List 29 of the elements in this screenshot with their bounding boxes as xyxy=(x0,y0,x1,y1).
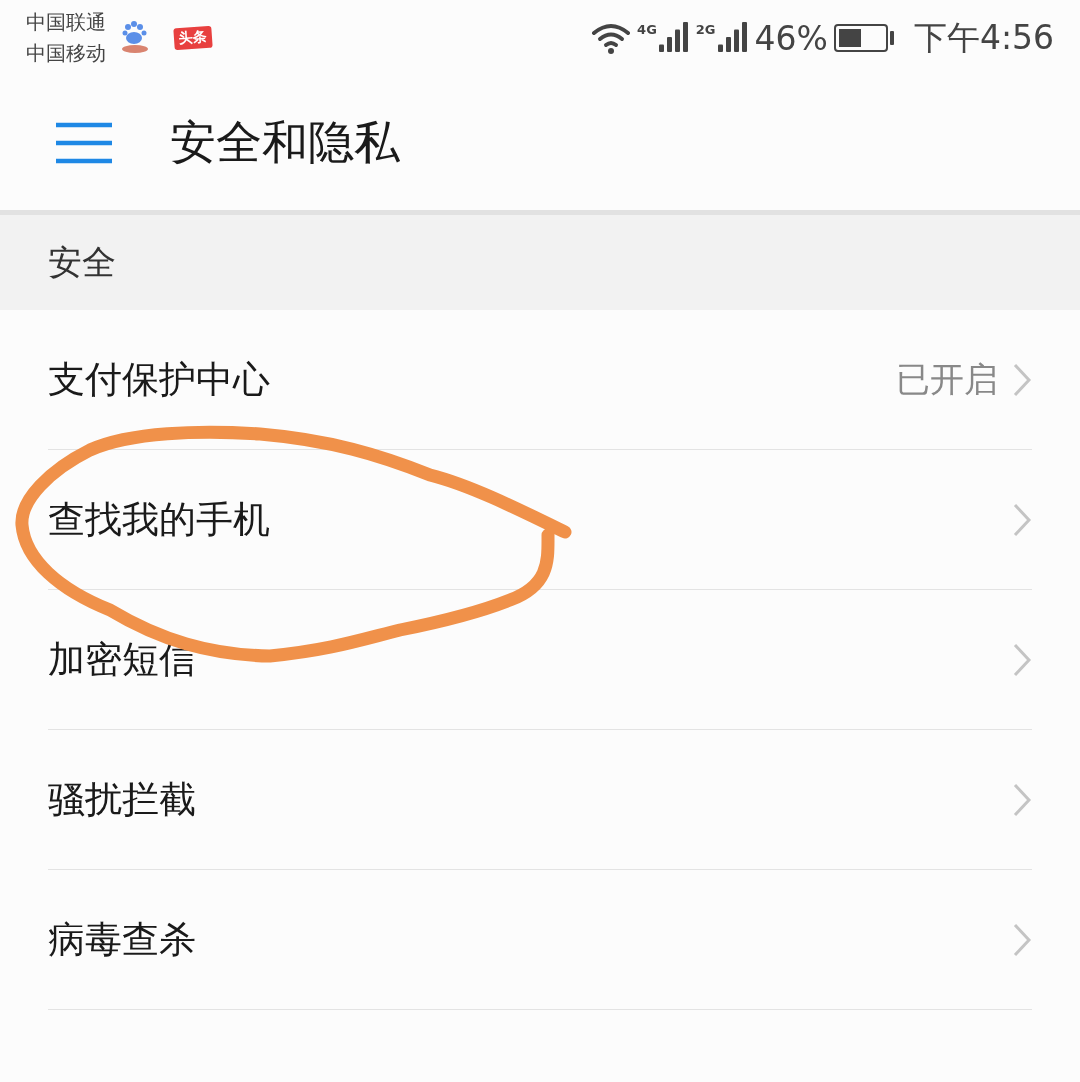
section-header: 安全 xyxy=(0,215,1080,310)
battery-icon xyxy=(833,23,896,53)
row-label: 支付保护中心 xyxy=(48,356,271,403)
chevron-icon xyxy=(1012,641,1032,678)
battery-percent: 46% xyxy=(754,18,828,58)
page-title: 安全和隐私 xyxy=(170,114,400,171)
menu-icon[interactable] xyxy=(56,122,112,164)
row-label: 查找我的手机 xyxy=(48,496,271,543)
signal-icon xyxy=(716,22,749,54)
chevron-icon xyxy=(1012,501,1032,538)
wifi-icon xyxy=(591,22,632,54)
row-label: 病毒查杀 xyxy=(48,916,197,963)
settings-row[interactable]: 查找我的手机 xyxy=(48,450,1032,590)
settings-row[interactable]: 支付保护中心 已开启 xyxy=(48,310,1032,450)
carrier-name: 中国联通 xyxy=(26,9,106,36)
signal-icon xyxy=(657,22,690,54)
row-label: 骚扰拦截 xyxy=(48,776,197,823)
chevron-icon xyxy=(1012,361,1032,398)
row-value: 已开启 xyxy=(896,357,998,401)
clock: 下午4:56 xyxy=(913,16,1054,59)
chevron-icon xyxy=(1012,921,1032,958)
settings-row[interactable]: 骚扰拦截 xyxy=(48,730,1032,870)
settings-row[interactable]: 病毒查杀 xyxy=(48,870,1032,1010)
news-badge: 头条 xyxy=(173,25,213,51)
network-type: 4G xyxy=(637,22,657,37)
carrier-name: 中国移动 xyxy=(26,40,106,67)
network-type: 2G xyxy=(695,22,716,37)
chevron-icon xyxy=(1012,781,1032,818)
paw-icon xyxy=(120,21,150,55)
